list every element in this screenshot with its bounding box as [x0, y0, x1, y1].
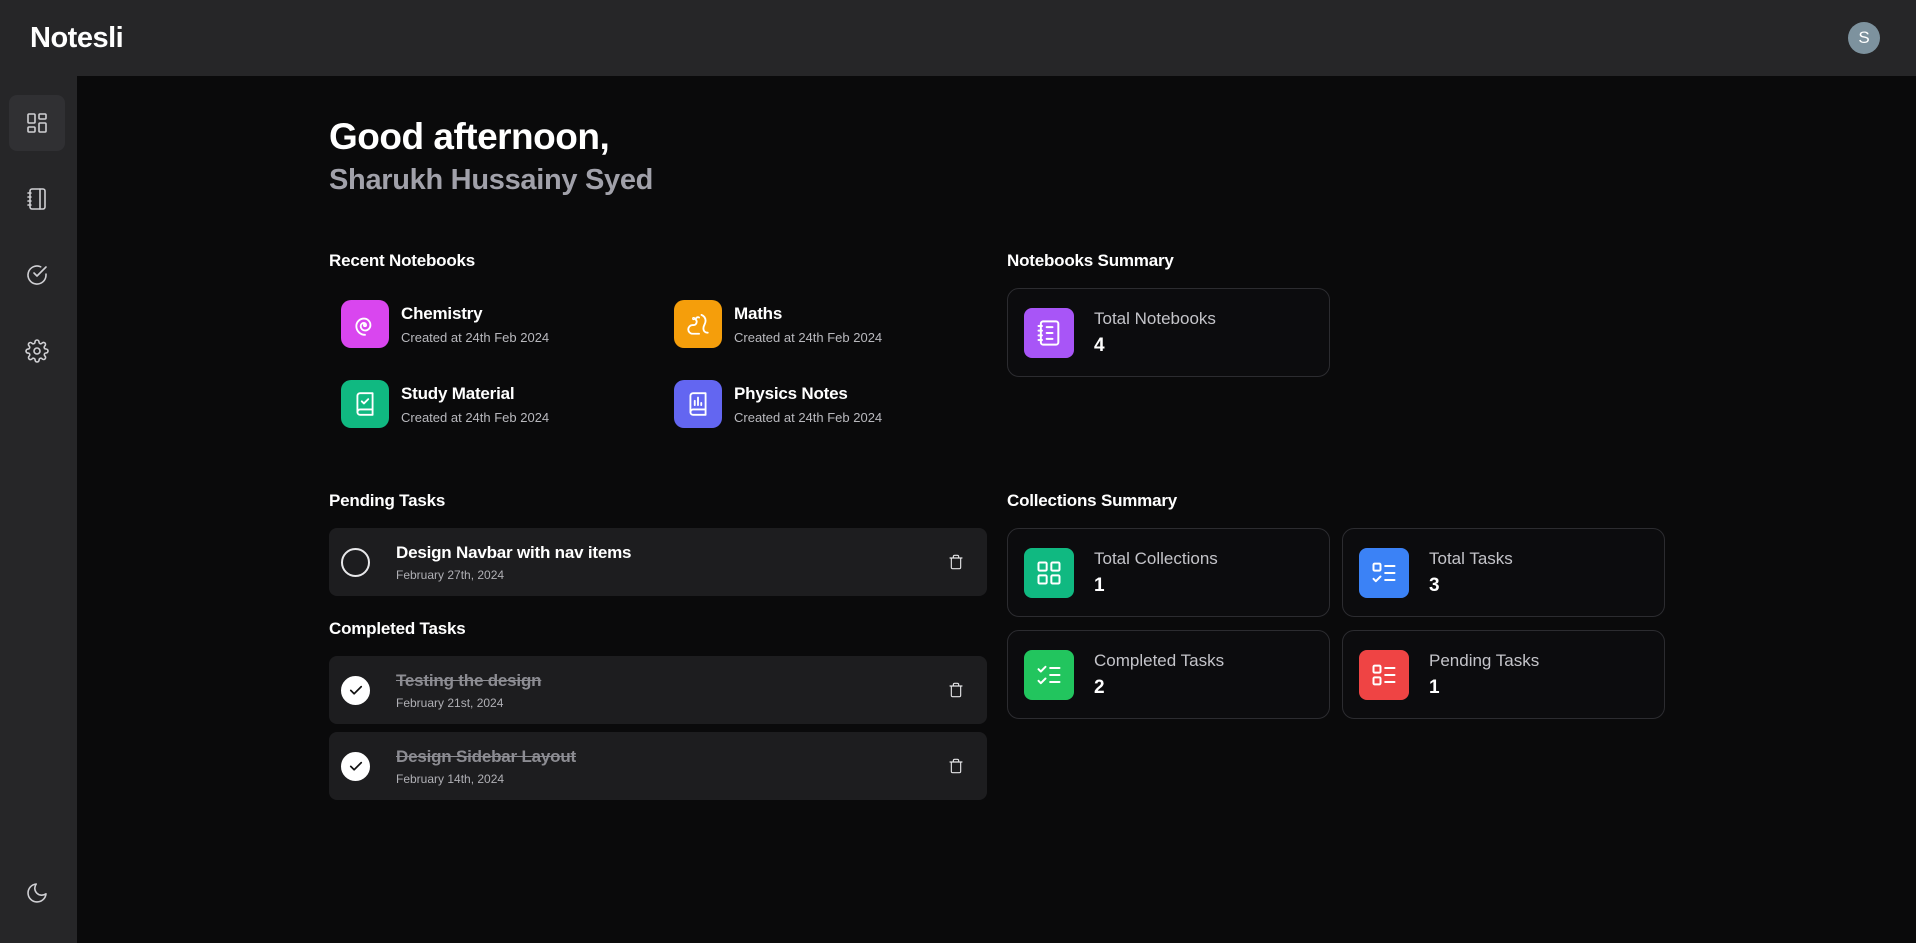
book-chart-icon [674, 380, 722, 428]
notebook-icon [27, 188, 46, 210]
book-check-icon [341, 380, 389, 428]
notebook-name: Physics Notes [734, 383, 848, 403]
main-content: Good afternoon, Sharukh Hussainy Syed Re… [77, 76, 1916, 943]
stat-card-completed-tasks[interactable]: Completed Tasks 2 [1007, 630, 1330, 719]
task-date: February 14th, 2024 [396, 771, 505, 786]
sidebar-item-tasks[interactable] [9, 247, 65, 303]
trash-icon [949, 554, 963, 570]
list-check-icon [1359, 547, 1409, 598]
app-logo[interactable]: Notesli [30, 22, 124, 55]
stat-value: 3 [1429, 574, 1440, 596]
recent-notebooks-title: Recent Notebooks [329, 251, 476, 270]
check-icon [349, 761, 362, 771]
task-title: Testing the design [396, 670, 542, 690]
task-title: Design Navbar with nav items [396, 542, 632, 562]
avatar[interactable]: S [1848, 22, 1880, 54]
notebook-item-maths[interactable]: Maths Created at 24th Feb 2024 [674, 299, 974, 349]
notebook-date: Created at 24th Feb 2024 [401, 409, 550, 425]
notebook-date: Created at 24th Feb 2024 [734, 409, 883, 425]
stat-value: 4 [1094, 334, 1105, 356]
gear-icon [25, 339, 49, 363]
task-checkbox[interactable] [341, 675, 370, 705]
stat-value: 1 [1429, 676, 1440, 698]
grid-icon [1024, 547, 1074, 598]
stat-label: Total Collections [1094, 548, 1218, 568]
spiral-icon [341, 300, 389, 348]
check-circle-icon [27, 265, 47, 285]
stat-label: Total Notebooks [1094, 308, 1216, 328]
task-checkbox[interactable] [341, 547, 370, 577]
notebooks-summary-title: Notebooks Summary [1007, 251, 1174, 270]
stat-value: 1 [1094, 574, 1105, 596]
notebook-date: Created at 24th Feb 2024 [734, 329, 883, 345]
theme-toggle-button[interactable] [9, 865, 65, 921]
task-item[interactable]: Design Navbar with nav items February 27… [329, 528, 987, 596]
task-title: Design Sidebar Layout [396, 746, 577, 766]
squirrel-icon [674, 300, 722, 348]
trash-icon [949, 758, 963, 774]
notebook-item-chemistry[interactable]: Chemistry Created at 24th Feb 2024 [341, 299, 641, 349]
dashboard-icon [27, 113, 47, 133]
delete-task-button[interactable] [941, 547, 971, 577]
sidebar-item-dashboard[interactable] [9, 95, 65, 151]
notebook-item-study-material[interactable]: Study Material Created at 24th Feb 2024 [341, 379, 641, 429]
page-title: Good afternoon, [329, 116, 610, 157]
list-todo-icon [1359, 649, 1409, 700]
stat-card-total-notebooks[interactable]: Total Notebooks 4 [1007, 288, 1330, 377]
list-checks-icon [1024, 649, 1074, 700]
task-date: February 21st, 2024 [396, 695, 504, 710]
sidebar [0, 76, 77, 943]
collections-summary-title: Collections Summary [1007, 491, 1178, 510]
stat-value: 2 [1094, 676, 1105, 698]
pending-tasks-title: Pending Tasks [329, 491, 446, 510]
stat-card-total-collections[interactable]: Total Collections 1 [1007, 528, 1330, 617]
user-name: Sharukh Hussainy Syed [329, 164, 654, 196]
delete-task-button[interactable] [941, 751, 971, 781]
stat-label: Total Tasks [1429, 548, 1513, 568]
sidebar-item-notebooks[interactable] [9, 171, 65, 227]
task-date: February 27th, 2024 [396, 567, 505, 582]
sidebar-item-settings[interactable] [9, 323, 65, 379]
notebook-icon [1024, 307, 1074, 358]
notebook-item-physics-notes[interactable]: Physics Notes Created at 24th Feb 2024 [674, 379, 974, 429]
task-item[interactable]: Testing the design February 21st, 2024 [329, 656, 987, 724]
delete-task-button[interactable] [941, 675, 971, 705]
notebook-name: Chemistry [401, 303, 483, 323]
notebook-name: Study Material [401, 383, 515, 403]
notebook-name: Maths [734, 303, 783, 323]
stat-label: Pending Tasks [1429, 650, 1540, 670]
task-item[interactable]: Design Sidebar Layout February 14th, 202… [329, 732, 987, 800]
notebook-date: Created at 24th Feb 2024 [401, 329, 550, 345]
stat-label: Completed Tasks [1094, 650, 1225, 670]
top-bar: Notesli S [0, 0, 1916, 76]
completed-tasks-title: Completed Tasks [329, 619, 466, 638]
stat-card-pending-tasks[interactable]: Pending Tasks 1 [1342, 630, 1665, 719]
moon-icon [27, 883, 47, 903]
trash-icon [949, 682, 963, 698]
check-icon [349, 685, 362, 695]
stat-card-total-tasks[interactable]: Total Tasks 3 [1342, 528, 1665, 617]
task-checkbox[interactable] [341, 751, 370, 781]
